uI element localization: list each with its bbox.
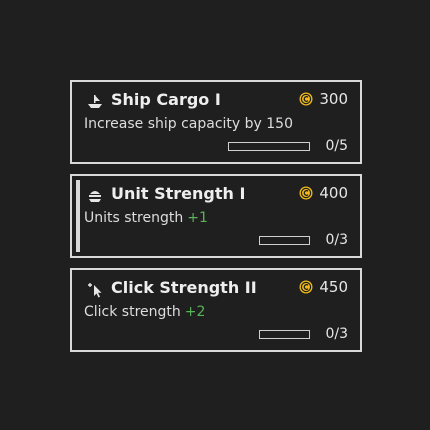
upgrade-cost: 400 [299,184,348,202]
upgrade-title: Ship Cargo I [111,90,221,109]
coin-icon [299,186,313,200]
upgrade-list: Ship Cargo I 300 Increase ship capacity … [70,80,362,362]
cost-value: 300 [319,90,348,108]
description-text: Units strength [84,210,184,226]
unit-icon [86,187,104,205]
level-progress-text: 0/3 [325,326,348,342]
upgrade-card-click-strength[interactable]: Click Strength II 450 Click strength +2 0… [70,268,362,352]
level-progress-bar [259,330,310,339]
upgrade-cost: 450 [299,278,348,296]
ship-icon [86,93,104,111]
upgrade-title: Unit Strength I [111,184,246,203]
cost-value: 400 [319,184,348,202]
coin-icon [299,280,313,294]
cursor-click-icon [86,281,104,299]
upgrade-cost: 300 [299,90,348,108]
level-progress-bar [228,142,310,151]
upgrade-title: Click Strength II [111,278,257,297]
description-text: Increase ship capacity by 150 [84,116,293,132]
bonus-value: +2 [184,304,206,320]
level-progress-text: 0/3 [325,232,348,248]
upgrade-card-ship-cargo[interactable]: Ship Cargo I 300 Increase ship capacity … [70,80,362,164]
coin-icon [299,92,313,106]
bonus-value: +1 [187,210,208,226]
upgrade-description: Units strength +1 [84,210,208,226]
upgrade-description: Increase ship capacity by 150 [84,116,293,132]
level-progress-bar [259,236,310,245]
level-progress-text: 0/5 [325,138,348,154]
upgrade-card-unit-strength[interactable]: Unit Strength I 400 Units strength +1 0/3 [70,174,362,258]
description-text: Click strength [84,304,181,320]
cost-value: 450 [319,278,348,296]
upgrade-description: Click strength +2 [84,304,205,320]
